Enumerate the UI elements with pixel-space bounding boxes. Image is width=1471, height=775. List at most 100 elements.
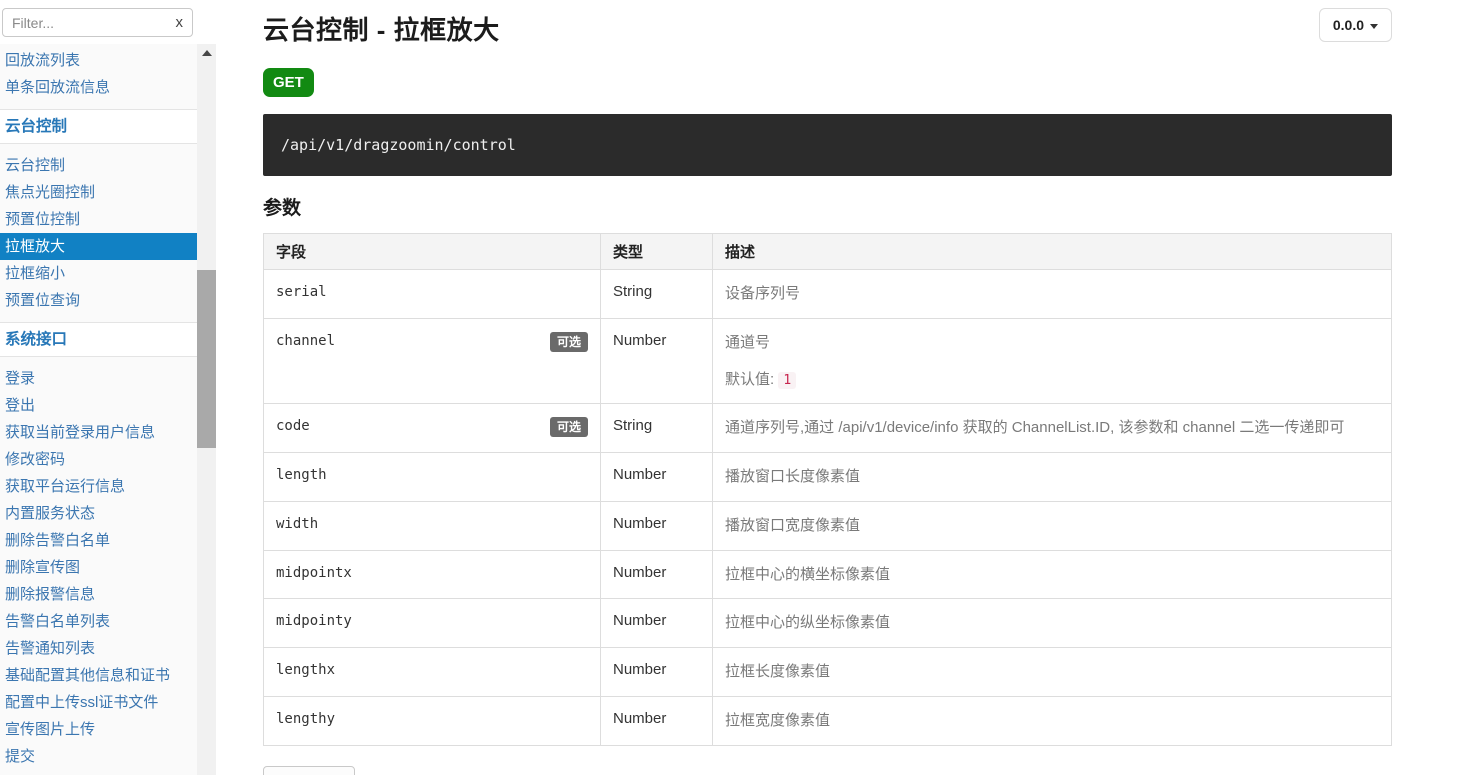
sidebar-item[interactable]: 焦点光圈控制 — [0, 179, 197, 206]
param-row: midpointy Number 拉框中心的纵坐标像素值 — [263, 598, 1392, 649]
param-type: String — [600, 269, 713, 319]
param-description: 播放窗口长度像素值 — [725, 468, 861, 486]
sidebar-item[interactable]: 获取当前登录用户信息 — [0, 419, 197, 446]
param-field-cell: serial — [263, 269, 601, 319]
version-label: 0.0.0 — [1332, 17, 1364, 33]
sidebar-item[interactable]: 预置位查询 — [0, 287, 197, 314]
version-select[interactable]: 0.0.0 — [1318, 8, 1392, 42]
param-type: String — [600, 403, 713, 454]
scrollbar-thumb[interactable] — [197, 270, 216, 448]
params-table-body: serial String 设备序列号 channel 可选 Number 通道号 默认值: … — [263, 269, 1392, 746]
param-description-cell: 播放窗口长度像素值 — [712, 452, 1392, 502]
filter-input[interactable] — [2, 8, 193, 37]
default-value-code: 1 — [778, 371, 797, 389]
param-field-cell: midpointx — [263, 549, 601, 600]
param-field-cell: length — [263, 452, 601, 502]
param-field-name: midpointx — [276, 564, 352, 581]
filter-clear-icon[interactable]: x — [176, 13, 184, 32]
endpoint-url: /api/v1/dragzoomin/control — [281, 136, 516, 154]
param-description: 通道序列号,通过 /api/v1/device/info 获取的 Channel… — [725, 419, 1345, 437]
param-field-cell: midpointy — [263, 598, 601, 649]
page-title: 云台控制 - 拉框放大 — [263, 15, 500, 45]
param-description: 设备序列号 — [725, 285, 801, 302]
sidebar-item[interactable]: 登录 — [0, 365, 197, 392]
param-description-cell: 拉框宽度像素值 — [712, 695, 1392, 746]
param-default: 默认值: 1 — [725, 369, 1379, 391]
sidebar-item[interactable]: 预置位控制 — [0, 206, 197, 233]
param-description: 拉框宽度像素值 — [725, 711, 831, 729]
parameters-heading: 参数 — [263, 198, 302, 219]
sidebar-item[interactable]: 删除报警信息 — [0, 581, 197, 608]
sidebar-item[interactable]: 云台控制 — [0, 152, 197, 179]
sidebar-item[interactable]: 拉框缩小 — [0, 260, 197, 287]
param-row: midpointx Number 拉框中心的横坐标像素值 — [263, 549, 1392, 600]
parameters-table-head: 字段 类型 描述 — [263, 233, 1392, 270]
param-description: 通道号 — [725, 333, 771, 351]
sidebar-item[interactable]: 内置服务状态 — [0, 500, 197, 527]
param-description-cell: 拉框中心的横坐标像素值 — [712, 549, 1392, 600]
sidebar-section-header: 云台控制 — [0, 109, 197, 144]
param-field-cell: channel 可选 — [263, 317, 601, 405]
param-description: 拉框长度像素值 — [725, 663, 831, 681]
column-header-description: 描述 — [712, 233, 1392, 270]
sidebar-item[interactable]: 回放流列表 — [0, 47, 197, 74]
http-method-badge: GET — [263, 68, 314, 97]
param-type: Number — [600, 549, 713, 600]
content-wrap: 云台控制 - 拉框放大 0.0.0 GET /api/v1/dragzoomin… — [263, 8, 1392, 775]
sidebar-nav: 回放流列表 单条回放流信息 云台控制 云台控制 焦点光圈控制 预置位控制 拉框放大 拉框缩小预… — [0, 44, 197, 775]
param-type: Number — [600, 695, 713, 746]
sidebar-item[interactable]: 修改密码 — [0, 446, 197, 473]
param-field-name: width — [276, 515, 319, 532]
param-description-cell: 拉框长度像素值 — [712, 647, 1392, 697]
sidebar-filter-area: x — [0, 0, 216, 44]
param-row: width Number 播放窗口宽度像素值 — [263, 500, 1392, 551]
column-header-type: 类型 — [600, 233, 713, 270]
param-description: 拉框中心的横坐标像素值 — [725, 565, 891, 583]
sidebar-item[interactable]: 拉框放大 — [0, 233, 197, 260]
column-header-field: 字段 — [263, 233, 601, 270]
sidebar-item[interactable]: 告警通知列表 — [0, 635, 197, 662]
param-type: Number — [600, 452, 713, 502]
param-field-name: channel — [276, 332, 336, 349]
param-description-cell: 通道序列号,通过 /api/v1/device/info 获取的 Channel… — [712, 403, 1392, 454]
sidebar-item[interactable]: 删除告警白名单 — [0, 527, 197, 554]
filter-input-wrap: x — [2, 8, 193, 37]
sidebar-scrollbar[interactable] — [197, 44, 216, 775]
main-content: 云台控制 - 拉框放大 0.0.0 GET /api/v1/dragzoomin… — [216, 0, 1471, 775]
param-row: code 可选 String 通道序列号,通过 /api/v1/device/info… — [263, 403, 1392, 454]
sidebar-item[interactable]: 提交 — [0, 743, 197, 770]
param-description: 拉框中心的纵坐标像素值 — [725, 614, 891, 632]
optional-badge: 可选 — [549, 331, 588, 352]
sidebar: x 回放流列表单条回放流信息云台控制云台控制焦点光圈控制预置位控制拉框放大拉框缩… — [0, 0, 216, 775]
param-description: 播放窗口宽度像素值 — [725, 516, 861, 534]
param-field-cell: code 可选 — [263, 403, 601, 454]
sidebar-item[interactable]: 宣传图片上传 — [0, 716, 197, 743]
sidebar-item[interactable]: 单条回放流信息 — [0, 74, 197, 101]
parameters-header-row: 字段 类型 描述 — [263, 233, 1392, 270]
optional-badge: 可选 — [549, 417, 588, 438]
param-description-cell: 播放窗口宽度像素值 — [712, 500, 1392, 551]
param-type: Number — [600, 500, 713, 551]
param-field-cell: width — [263, 500, 601, 551]
param-row: length Number 播放窗口长度像素值 — [263, 452, 1392, 502]
param-field-name: lengthy — [276, 710, 336, 727]
param-field-name: lengthx — [276, 662, 336, 679]
param-description-cell: 通道号默认值: 1 — [712, 317, 1392, 405]
sidebar-item[interactable]: 登出 — [0, 392, 197, 419]
param-row: serial String 设备序列号 — [263, 269, 1392, 319]
param-field-cell: lengthy — [263, 695, 601, 746]
endpoint-url-block: /api/v1/dragzoomin/control — [263, 114, 1392, 176]
param-field-name: length — [276, 467, 327, 484]
chevron-down-icon — [1370, 23, 1378, 29]
sidebar-item[interactable]: 删除宣传图 — [0, 554, 197, 581]
parameters-table: 字段 类型 描述 serial String 设备序列号 channel 可选 Numbe… — [263, 233, 1392, 746]
sidebar-item[interactable]: 配置中上传ssl证书文件 — [0, 689, 197, 716]
param-field-cell: lengthx — [263, 647, 601, 697]
sidebar-item[interactable]: 基础配置其他信息和证书 — [0, 662, 197, 689]
param-type: Number — [600, 317, 713, 405]
sidebar-item[interactable]: 获取平台运行信息 — [0, 473, 197, 500]
scrollbar-up-button[interactable] — [197, 44, 216, 61]
sidebar-item[interactable]: 告警白名单列表 — [0, 608, 197, 635]
param-description-cell: 拉框中心的纵坐标像素值 — [712, 598, 1392, 649]
sample-request-button[interactable] — [263, 765, 355, 775]
